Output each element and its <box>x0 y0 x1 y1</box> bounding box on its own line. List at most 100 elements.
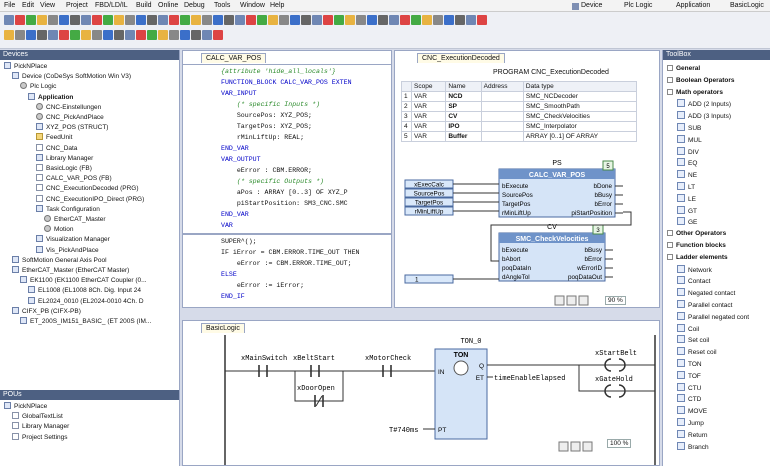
toolbar-button-icon[interactable] <box>136 15 146 25</box>
toolbox-item-mul[interactable]: MUL <box>677 134 702 145</box>
crumb-plc-logic[interactable]: Plc Logic <box>624 2 652 9</box>
toolbar-button-icon[interactable] <box>15 30 25 40</box>
tree-item-et-200s-im151-basic-et-200s-im[interactable]: ET_200S_IM151_BASIC_ (ET 200S (IM... <box>20 317 151 327</box>
toolbar-button-icon[interactable] <box>180 15 190 25</box>
toolbox-item-gt[interactable]: GT <box>677 205 697 216</box>
tree-item-device-codesys-softmotion-win-v3[interactable]: Device (CoDeSys SoftMotion Win V3) <box>12 72 131 82</box>
toolbar-button-icon[interactable] <box>290 15 300 25</box>
toolbox-item-tof[interactable]: TOF <box>677 370 701 381</box>
toolbar-button-icon[interactable] <box>334 15 344 25</box>
code-line[interactable]: eError := iError; <box>221 281 304 291</box>
toolbar-button-icon[interactable] <box>323 15 333 25</box>
toolbox-item-negated-contact[interactable]: Negated contact <box>677 288 735 298</box>
toolbar-button-icon[interactable] <box>158 15 168 25</box>
move-tool-icon[interactable] <box>570 441 581 452</box>
toolbox-item-parallel-negated-cont[interactable]: Parallel negated cont <box>677 311 749 322</box>
timer-elapsed-variable[interactable]: timeEnableElapsed <box>494 375 565 383</box>
toolbox-group-function-blocks[interactable]: Function blocks <box>667 241 726 251</box>
menu-edit[interactable]: Edit <box>22 2 34 9</box>
timer-preset[interactable]: T#740ms <box>389 427 418 435</box>
tree-item-cifx-pb-cifx-pb[interactable]: CIFX_PB (CIFX-PB) <box>12 306 81 317</box>
toolbar-button-icon[interactable] <box>411 15 421 25</box>
toolbar-button-icon[interactable] <box>246 15 256 25</box>
tree-item-picknplace[interactable]: PickNPlace <box>4 62 47 72</box>
toolbox-item-ne[interactable]: NE <box>677 170 697 180</box>
menu-project[interactable]: Project <box>66 2 88 9</box>
toolbar-button-icon[interactable] <box>136 30 146 40</box>
toolbox-group-boolean-operators[interactable]: Boolean Operators <box>667 76 735 86</box>
code-line[interactable]: ELSE <box>221 270 237 280</box>
toolbar-button-icon[interactable] <box>59 30 69 40</box>
toolbox-item-div[interactable]: DIV <box>677 146 699 157</box>
tab-cnc-execution-decoded[interactable]: CNC_ExecutionDecoded <box>417 53 505 63</box>
code-line[interactable]: (* specific Inputs *) <box>221 100 320 110</box>
toolbar-button-icon[interactable] <box>312 15 322 25</box>
tree-item-visualization-manager[interactable]: Visualization Manager <box>36 235 110 245</box>
toolbar-button-icon[interactable] <box>147 30 157 40</box>
tree-item-calc-var-pos-fb[interactable]: CALC_VAR_POS (FB) <box>36 174 112 184</box>
table-row[interactable]: 4 VAR IPO SMC_Interpolator <box>401 121 638 132</box>
tree-item-vis-pickandplace[interactable]: Vis_PickAndPlace <box>36 245 99 256</box>
menu-online[interactable]: Online <box>158 2 178 9</box>
column-header-scope[interactable]: Scope <box>410 81 447 92</box>
toolbox-item-ctu[interactable]: CTU <box>677 382 701 393</box>
tree-item-el2024-0010-el2024-0010-4ch-d[interactable]: EL2024_0010 (EL2024-0010 4Ch. D <box>28 296 144 307</box>
toolbox-item-add-3-inputs[interactable]: ADD (3 Inputs) <box>677 111 731 121</box>
crumb-device[interactable]: Device <box>581 2 602 9</box>
toolbar-button-icon[interactable] <box>444 15 454 25</box>
basic-zoom-level[interactable]: 100 % <box>607 439 632 448</box>
toolbar-button-icon[interactable] <box>103 15 113 25</box>
toolbar-button-icon[interactable] <box>114 30 124 40</box>
tree-item-cnc-pickandplace[interactable]: CNC_PickAndPlace <box>36 113 104 123</box>
toolbar-button-icon[interactable] <box>92 30 102 40</box>
toolbox-item-parallel-contact[interactable]: Parallel contact <box>677 300 732 310</box>
toolbar-button-icon[interactable] <box>4 15 14 25</box>
tree-item-application[interactable]: Application <box>28 92 73 103</box>
toolbar-button-icon[interactable] <box>180 30 190 40</box>
toolbox-group-math-operators[interactable]: Math operators <box>667 88 723 98</box>
toolbox-group-general[interactable]: General <box>667 64 700 74</box>
toolbar-button-icon[interactable] <box>224 15 234 25</box>
tree-item-motion[interactable]: Motion <box>44 225 74 235</box>
toolbar-button-icon[interactable] <box>103 30 113 40</box>
toolbar-button-icon[interactable] <box>257 15 267 25</box>
menu-window[interactable]: Window <box>240 2 265 9</box>
tab-calc-var-pos[interactable]: CALC_VAR_POS <box>201 53 267 63</box>
toolbar-button-icon[interactable] <box>301 15 311 25</box>
table-row[interactable]: 3 VAR CV SMC_CheckVelocities <box>401 111 638 122</box>
toolbar-button-icon[interactable] <box>158 30 168 40</box>
toolbar-button-icon[interactable] <box>213 30 223 40</box>
coil-variable[interactable]: xGateHold <box>595 376 633 384</box>
table-row[interactable]: 2 VAR SP SMC_SmoothPath <box>401 101 638 112</box>
tree-item-feedunit[interactable]: FeedUnit <box>36 133 72 143</box>
cnc-zoom-level[interactable]: 90 % <box>605 296 626 305</box>
toolbar-button-icon[interactable] <box>279 15 289 25</box>
code-line[interactable]: VAR <box>221 221 233 231</box>
toolbar-button-icon[interactable] <box>367 15 377 25</box>
code-line[interactable]: rMinLiftUp: REAL; <box>221 133 304 143</box>
toolbox-group-ladder-elements[interactable]: Ladder elements <box>667 253 728 263</box>
toolbar-button-icon[interactable] <box>26 15 36 25</box>
code-line[interactable]: SourcePos: XYZ_POS; <box>221 111 312 121</box>
toolbar-button-icon[interactable] <box>48 15 58 25</box>
toolbox-item-eq[interactable]: EQ <box>677 158 697 168</box>
tree-item-plc-logic[interactable]: Plc Logic <box>20 82 56 92</box>
tree-item-library-manager[interactable]: Library Manager <box>36 153 93 164</box>
code-line[interactable]: END_VAR <box>221 144 249 154</box>
column-header-data-type[interactable]: Data type <box>522 81 638 92</box>
tree-item-globaltextlist[interactable]: GlobalTextList <box>12 412 63 422</box>
tab-basic-logic[interactable]: BasicLogic <box>201 323 245 333</box>
contact-variable[interactable]: xMotorCheck <box>365 355 411 363</box>
code-line[interactable]: VAR_OUTPUT <box>221 155 261 165</box>
menu-file[interactable]: File <box>4 2 15 9</box>
toolbox-item-lt[interactable]: LT <box>677 182 695 192</box>
toolbox-item-ge[interactable]: GE <box>677 217 697 227</box>
contact-variable[interactable]: xMainSwitch <box>241 355 287 363</box>
code-line[interactable]: END_VAR <box>221 210 249 220</box>
toolbox-item-reset-coil[interactable]: Reset coil <box>677 347 717 357</box>
tree-item-el1008-el1008-8ch-dig-input-24[interactable]: EL1008 (EL1008 8Ch. Dig. Input 24 <box>28 286 141 296</box>
code-line[interactable]: TargetPos: XYZ_POS; <box>221 122 312 132</box>
code-line[interactable]: FUNCTION_BLOCK CALC_VAR_POS EXTEN <box>221 78 352 88</box>
toolbox-item-move[interactable]: MOVE <box>677 406 707 416</box>
toolbar-button-icon[interactable] <box>345 15 355 25</box>
